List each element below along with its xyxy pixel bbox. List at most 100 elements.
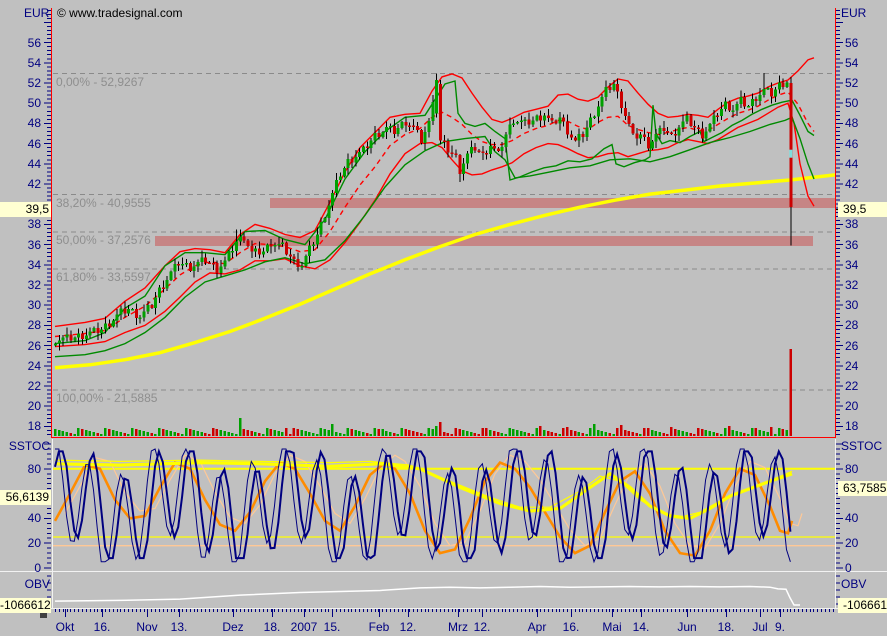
candle bbox=[119, 308, 122, 314]
volume-bar bbox=[116, 431, 119, 436]
candle bbox=[81, 334, 84, 339]
volume-bar bbox=[766, 432, 769, 436]
candle bbox=[289, 254, 292, 256]
volume-bar bbox=[724, 428, 727, 436]
candle bbox=[131, 309, 134, 311]
candle bbox=[524, 119, 527, 121]
volume-bar bbox=[789, 349, 792, 436]
volume-bar bbox=[173, 432, 176, 436]
volume-bar bbox=[443, 432, 446, 436]
candle bbox=[728, 102, 731, 111]
volume-bar bbox=[528, 433, 531, 436]
candle bbox=[470, 147, 473, 153]
volume-bar bbox=[354, 430, 357, 436]
volume-bar bbox=[520, 431, 523, 436]
candle bbox=[293, 257, 296, 259]
candle bbox=[759, 95, 762, 101]
candle bbox=[181, 264, 184, 266]
candle bbox=[143, 311, 146, 317]
volume-bar bbox=[462, 430, 465, 436]
volume-bar bbox=[227, 432, 230, 436]
candle bbox=[200, 258, 203, 262]
volume-bar bbox=[327, 430, 330, 436]
volume-bar bbox=[312, 433, 315, 436]
candle bbox=[335, 180, 338, 193]
candle bbox=[77, 334, 80, 338]
candle bbox=[562, 117, 565, 121]
volume-bar bbox=[273, 430, 276, 436]
candle bbox=[270, 244, 273, 246]
volume-bar bbox=[170, 431, 173, 436]
candle bbox=[96, 328, 99, 333]
candle bbox=[397, 128, 400, 134]
volume-bar bbox=[270, 429, 273, 436]
volume-bar bbox=[439, 422, 442, 436]
candle bbox=[66, 334, 69, 337]
volume-bar bbox=[682, 431, 685, 436]
chart-canvas[interactable] bbox=[0, 0, 887, 636]
volume-bar bbox=[693, 434, 696, 436]
volume-bar bbox=[158, 428, 161, 436]
volume-bar bbox=[189, 429, 192, 436]
volume-bar bbox=[196, 431, 199, 436]
volume-bar bbox=[562, 428, 565, 436]
candle bbox=[697, 127, 700, 129]
candle bbox=[732, 111, 735, 113]
volume-bar bbox=[54, 429, 57, 436]
volume-bar bbox=[412, 431, 415, 436]
volume-bar bbox=[447, 433, 450, 436]
candle bbox=[424, 132, 427, 143]
candle bbox=[516, 122, 519, 124]
candle bbox=[701, 128, 704, 138]
candle bbox=[377, 133, 380, 137]
candle bbox=[685, 115, 688, 121]
volume-bar bbox=[96, 433, 99, 436]
candle bbox=[189, 263, 192, 271]
volume-bar bbox=[497, 432, 500, 436]
candle bbox=[431, 102, 434, 121]
candle bbox=[674, 134, 677, 136]
candle bbox=[347, 159, 350, 168]
candle bbox=[339, 177, 342, 181]
candle bbox=[593, 117, 596, 119]
volume-bar bbox=[200, 432, 203, 436]
volume-bar bbox=[774, 434, 777, 436]
candle bbox=[112, 320, 115, 326]
candle bbox=[370, 141, 373, 149]
volume-bar bbox=[451, 434, 454, 436]
volume-bar bbox=[547, 431, 550, 436]
candle bbox=[539, 116, 542, 121]
candle bbox=[358, 152, 361, 157]
axis-corner-grip bbox=[40, 610, 47, 618]
volume-bar bbox=[243, 429, 246, 436]
volume-bar bbox=[666, 434, 669, 436]
volume-bar bbox=[108, 429, 111, 436]
candle bbox=[146, 305, 149, 311]
candle bbox=[266, 244, 269, 251]
volume-bar bbox=[370, 434, 373, 436]
volume-bar bbox=[104, 428, 107, 436]
volume-bar bbox=[632, 432, 635, 436]
candle bbox=[512, 123, 515, 125]
candle bbox=[493, 146, 496, 148]
volume-bar bbox=[639, 434, 642, 436]
candle bbox=[447, 141, 450, 152]
candle bbox=[216, 263, 219, 273]
volume-bar bbox=[239, 418, 242, 436]
volume-bar bbox=[670, 427, 673, 436]
candle bbox=[581, 134, 584, 137]
volume-bar bbox=[100, 434, 103, 436]
volume-bar bbox=[297, 429, 300, 436]
candle bbox=[69, 334, 72, 340]
volume-bar bbox=[331, 424, 334, 436]
candle bbox=[735, 104, 738, 111]
volume-bar bbox=[66, 432, 69, 436]
candle bbox=[551, 118, 554, 120]
candle bbox=[231, 251, 234, 253]
candle bbox=[204, 258, 207, 263]
volume-bar bbox=[551, 432, 554, 436]
volume-bar bbox=[62, 431, 64, 436]
candle bbox=[227, 251, 230, 260]
volume-bar bbox=[512, 429, 515, 436]
candle bbox=[254, 248, 257, 251]
